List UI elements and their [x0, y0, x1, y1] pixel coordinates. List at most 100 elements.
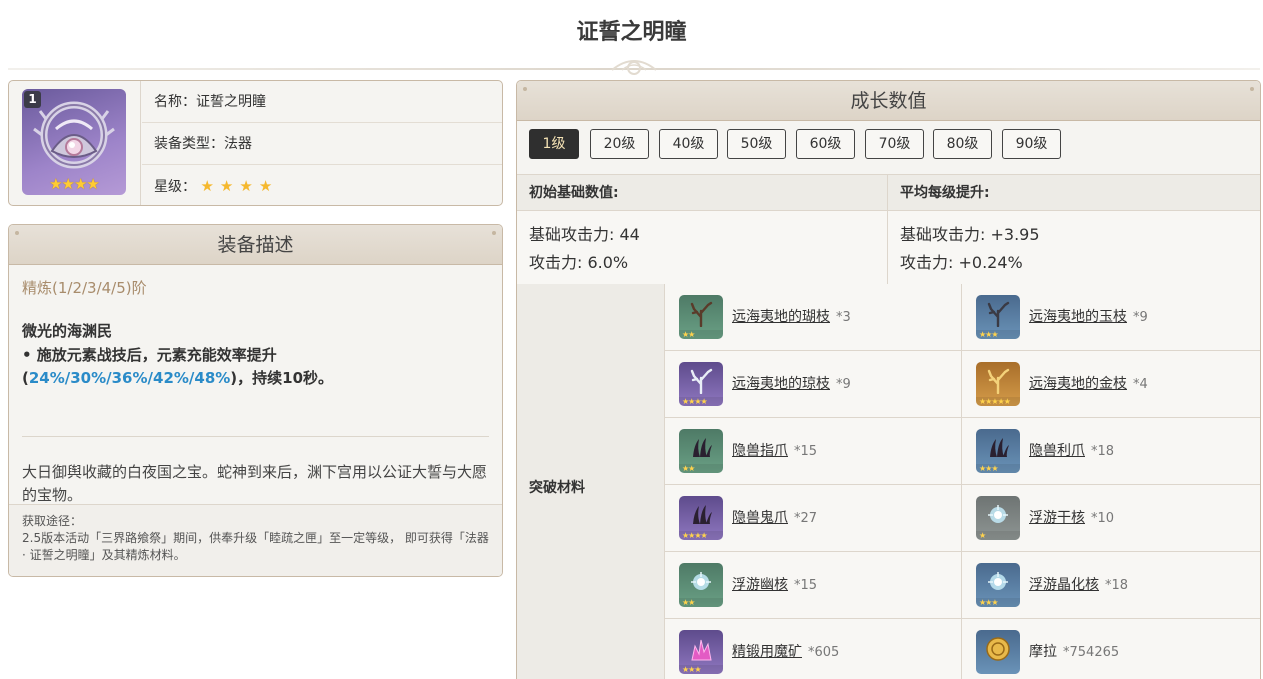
material-link[interactable]: 隐兽指爪 *15 [732, 440, 817, 460]
material-count: *18 [1091, 444, 1115, 459]
avg-growth-header: 平均每级提升: [900, 185, 990, 201]
stat-body-row: 基础攻击力: 44 攻击力: 6.0% 基础攻击力: +3.95 攻击力: +0… [517, 211, 1260, 285]
material-rarity-stars: ★★ [679, 598, 723, 607]
level-tab-60级[interactable]: 60级 [796, 129, 855, 159]
material-count: *754265 [1063, 645, 1120, 660]
material-rarity-stars: ★★★ [976, 330, 1020, 339]
material-item: ★ 浮游干核 *10 [962, 485, 1260, 552]
passive-values: 24%/30%/36%/42%/48% [28, 369, 231, 387]
jeweled-branch-icon[interactable]: ★★★★ [679, 362, 723, 406]
avg-growth-col: 基础攻击力: +3.95 攻击力: +0.24% [888, 211, 1040, 284]
base-stats-header: 初始基础数值: [517, 175, 888, 210]
material-rarity-stars: ★★★★ [679, 531, 723, 540]
magic-ore-icon[interactable]: ★★★ [679, 630, 723, 674]
stat-header-row: 初始基础数值: 平均每级提升: [517, 175, 1260, 211]
materials-section: 突破材料 ★★ 远海夷地的瑚枝 *3 ★★★ 远海夷地的玉枝 *9 ★★★★ 远海夷地的琼枝 *… [517, 284, 1260, 679]
avg-substat: 攻击力: +0.24% [900, 253, 1023, 272]
material-item: ★★★★★ 远海夷地的金枝 *4 [962, 351, 1260, 418]
material-link[interactable]: 远海夷地的瑚枝 *3 [732, 306, 851, 326]
material-rarity-stars: ★★★ [679, 665, 723, 674]
passive-name: 微光的海渊民 [22, 322, 113, 340]
material-name: 精锻用魔矿 [732, 644, 802, 660]
weapon-portrait: 1 ★★★★ [22, 89, 126, 195]
passive-text-post: )，持续10秒。 [230, 369, 334, 387]
type-label: 装备类型： [154, 136, 224, 152]
material-name: 远海夷地的金枝 [1029, 376, 1127, 392]
material-link[interactable]: 精锻用魔矿 *605 [732, 641, 839, 661]
level-tab-80级[interactable]: 80级 [933, 129, 992, 159]
name-value: 证誓之明瞳 [196, 94, 266, 110]
description-header: 装备描述 [9, 225, 502, 265]
rarity-row: 星级： ★ ★ ★ ★ [142, 165, 502, 205]
page-title: 证誓之明瞳 [576, 20, 687, 45]
name-label: 名称： [154, 94, 196, 110]
star-icon: ★ [258, 177, 273, 195]
material-name: 浮游幽核 [732, 577, 788, 593]
material-item: ★★ 浮游幽核 *15 [665, 552, 962, 619]
material-rarity-stars: ★★★★ [679, 397, 723, 406]
base-atk: 基础攻击力: 44 [529, 225, 640, 244]
base-stats-col: 基础攻击力: 44 攻击力: 6.0% [517, 211, 888, 284]
material-name: 隐兽鬼爪 [732, 510, 788, 526]
level-tab-1级[interactable]: 1级 [529, 129, 579, 159]
sharp-claw-icon[interactable]: ★★★ [976, 429, 1020, 473]
dry-core-icon[interactable]: ★ [976, 496, 1020, 540]
growth-header: 成长数值 [517, 81, 1260, 121]
level-tab-40级[interactable]: 40级 [659, 129, 718, 159]
material-link[interactable]: 远海夷地的琼枝 *9 [732, 373, 851, 393]
crystal-core-icon[interactable]: ★★★ [976, 563, 1020, 607]
material-link[interactable]: 隐兽利爪 *18 [1029, 440, 1114, 460]
level-tab-70级[interactable]: 70级 [865, 129, 924, 159]
golden-branch-icon[interactable]: ★★★★★ [976, 362, 1020, 406]
material-count: *15 [794, 578, 818, 593]
materials-label: 突破材料 [529, 480, 585, 496]
portrait-stars: ★★★★ [49, 175, 100, 193]
jade-branch-icon[interactable]: ★★★ [976, 295, 1020, 339]
materials-label-cell: 突破材料 [517, 284, 665, 679]
level-tab-50级[interactable]: 50级 [727, 129, 786, 159]
material-count: *9 [836, 377, 851, 392]
material-link[interactable]: 远海夷地的玉枝 *9 [1029, 306, 1148, 326]
ghost-claw-icon[interactable]: ★★★★ [679, 496, 723, 540]
material-count: *3 [836, 310, 851, 325]
coral-branch-icon[interactable]: ★★ [679, 295, 723, 339]
claw-icon[interactable]: ★★ [679, 429, 723, 473]
material-name: 隐兽指爪 [732, 443, 788, 459]
material-name: 摩拉 [1029, 644, 1057, 660]
material-rarity-stars: ★★★★★ [976, 397, 1020, 406]
growth-card: 成长数值 1级 20级 40级 50级 60级 70级 80级 90级 初始基础数值: 平均每… [516, 80, 1261, 679]
material-item: ★★★ 精锻用魔矿 *605 [665, 619, 962, 679]
type-row: 装备类型：法器 [142, 123, 502, 165]
stat-table: 初始基础数值: 平均每级提升: 基础攻击力: 44 攻击力: 6.0% 基础攻击… [517, 174, 1260, 285]
material-link[interactable]: 浮游干核 *10 [1029, 507, 1114, 527]
material-link[interactable]: 浮游幽核 *15 [732, 574, 817, 594]
source-text: 2.5版本活动「三界路飨祭」期间，供奉升级「睦疏之匣」至一定等级， 即可获得「法… [22, 531, 489, 562]
avg-atk: 基础攻击力: +3.95 [900, 225, 1040, 244]
material-item: ★★★ 远海夷地的玉枝 *9 [962, 284, 1260, 351]
star-icon: ★ [219, 177, 234, 195]
lore-text: 大日御舆收藏的白夜国之宝。蛇神到来后，渊下宫用以公证大誓与大愿的宝物。 [22, 463, 488, 504]
material-count: *10 [1091, 511, 1115, 526]
material-link[interactable]: 隐兽鬼爪 *27 [732, 507, 817, 527]
material-rarity-stars: ★★ [679, 464, 723, 473]
name-row: 名称：证誓之明瞳 [142, 81, 502, 123]
level-tab-90级[interactable]: 90级 [1002, 129, 1061, 159]
material-name: 隐兽利爪 [1029, 443, 1085, 459]
material-link[interactable]: 浮游晶化核 *18 [1029, 574, 1128, 594]
material-item: ★★★★ 远海夷地的琼枝 *9 [665, 351, 962, 418]
material-item: ★★ 隐兽指爪 *15 [665, 418, 962, 485]
mora-coin-icon[interactable] [976, 630, 1020, 674]
material-item: ★★★ 隐兽利爪 *18 [962, 418, 1260, 485]
hollow-core-icon[interactable]: ★★ [679, 563, 723, 607]
material-count: *605 [808, 645, 840, 660]
source-box: 获取途径： 2.5版本活动「三界路飨祭」期间，供奉升级「睦疏之匣」至一定等级， … [9, 504, 502, 576]
material-rarity-stars: ★★★ [976, 598, 1020, 607]
material-count: *27 [794, 511, 818, 526]
material-link[interactable]: 远海夷地的金枝 *4 [1029, 373, 1148, 393]
level-tab-20级[interactable]: 20级 [590, 129, 649, 159]
portrait-cell: 1 ★★★★ [9, 81, 141, 205]
material-count: *4 [1133, 377, 1148, 392]
passive-description: • 施放元素战技后，元素充能效率提升(24%/30%/36%/42%/48%)，… [22, 344, 489, 390]
source-label: 获取途径： [22, 514, 83, 528]
star-icon: ★ [200, 177, 214, 195]
